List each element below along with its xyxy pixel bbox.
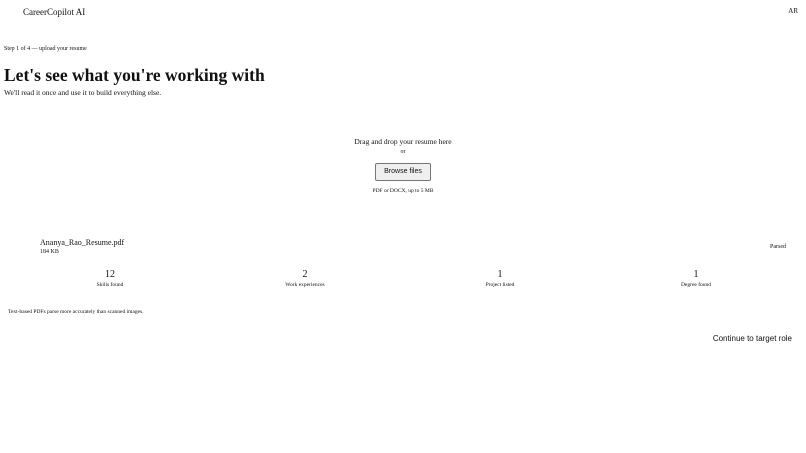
page-subtitle: We'll read it once and use it to build e…	[4, 88, 162, 97]
drop-zone-or: or	[400, 149, 406, 155]
uploaded-file-size: 184 KB	[40, 249, 59, 255]
stat-value: 1	[693, 269, 699, 280]
drop-zone-title: Drag and drop your resume here	[354, 137, 452, 146]
step-indicator: Step 1 of 4 — upload your resume	[4, 46, 87, 52]
browse-files-button[interactable]: Browse files	[375, 163, 431, 181]
uploaded-file-name: Ananya_Rao_Resume.pdf	[40, 238, 125, 247]
stat-degrees: 1 Degree found	[636, 269, 756, 289]
parsing-tip: Text-based PDFs parse more accurately th…	[8, 309, 144, 315]
file-type-hint: PDF or DOCX, up to 5 MB	[372, 188, 434, 194]
stat-work-experiences: 2 Work experiences	[245, 269, 365, 289]
stat-value: 12	[105, 269, 115, 280]
stat-value: 1	[497, 269, 503, 280]
stat-skills: 12 Skills found	[50, 269, 170, 289]
user-avatar[interactable]: AR	[788, 7, 798, 16]
stat-projects: 1 Project listed	[440, 269, 560, 289]
page-title: Let's see what you're working with	[4, 65, 265, 85]
stat-label: Project listed	[485, 282, 515, 288]
stat-label: Skills found	[96, 282, 124, 288]
stat-label: Work experiences	[285, 282, 325, 288]
stat-value: 2	[302, 269, 308, 280]
parse-status-badge: Parsed	[770, 244, 786, 250]
resume-drop-zone[interactable]: Drag and drop your resume here or Browse…	[300, 130, 506, 200]
stat-label: Degree found	[680, 282, 712, 288]
continue-button[interactable]: Continue to target role	[713, 334, 792, 344]
brand-name[interactable]: CareerCopilot AI	[23, 7, 85, 18]
